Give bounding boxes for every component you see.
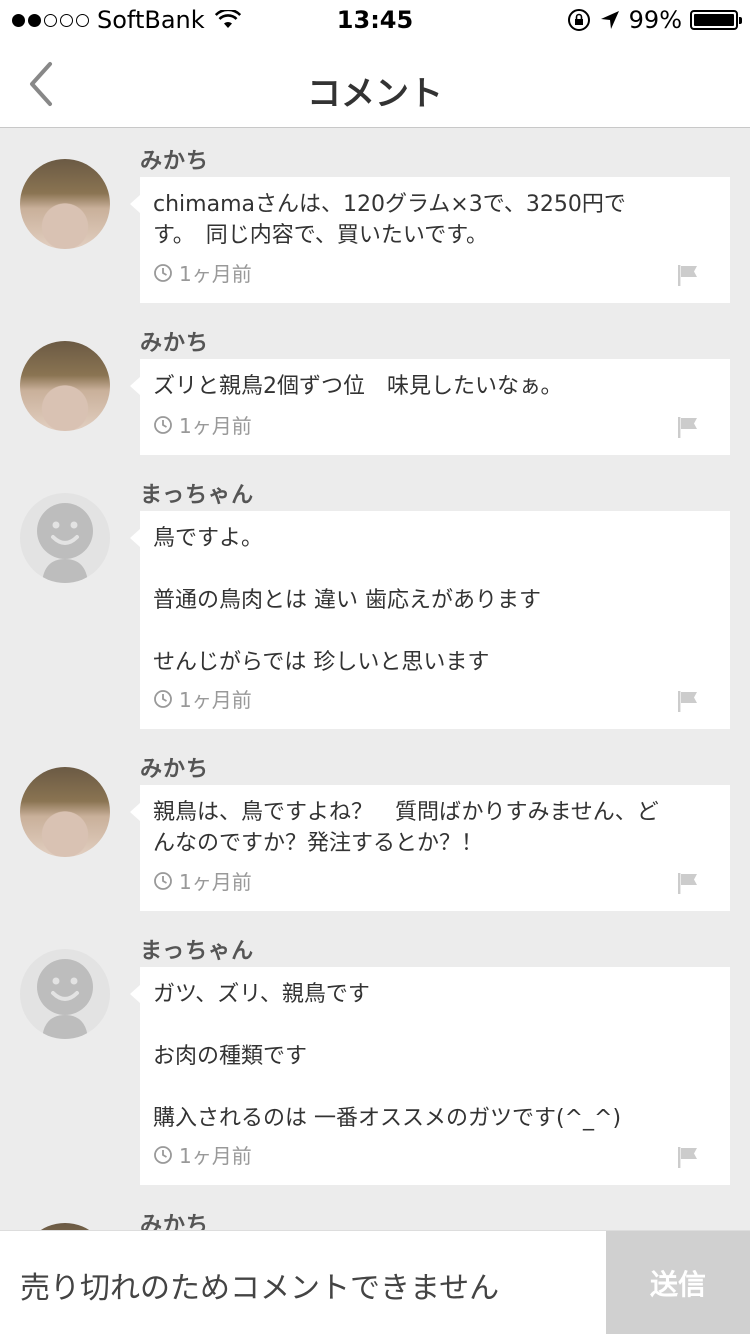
comment-bubble: 鳥ですよ。 普通の鳥肉とは 違い 歯応えがあります せんじがらでは 珍しいと思い… <box>130 511 730 729</box>
status-right: 99% <box>567 6 742 34</box>
comment-time: 1ヶ月前 <box>179 870 252 894</box>
user-avatar[interactable] <box>20 341 110 431</box>
comment-bubble: ガツ、ズリ、親鳥です お肉の種類です 購入されるのは 一番オススメのガツです(^… <box>130 967 730 1185</box>
comment-bubble: chimamaさんは、120グラム×3で、3250円で す。 同じ内容で、買いた… <box>130 177 730 303</box>
comment-author[interactable]: みかち <box>140 751 209 783</box>
report-flag-icon[interactable] <box>676 871 700 895</box>
page-title: コメント <box>307 74 443 114</box>
user-avatar[interactable] <box>20 767 110 857</box>
comment-meta: 1ヶ月前 <box>153 1140 252 1169</box>
report-flag-icon[interactable] <box>676 415 700 439</box>
comment-item: みかち 親鳥は、鳥ですよね？ 質問ばかりすみません、ど んなのですか？発注すると… <box>0 737 750 919</box>
clock-icon <box>154 263 172 282</box>
comment-item: みかち chimamaさんは、120グラム×3で、3250円で す。 同じ内容で… <box>0 129 750 311</box>
comment-meta: 1ヶ月前 <box>153 410 252 439</box>
comment-list[interactable]: みかち chimamaさんは、120グラム×3で、3250円で す。 同じ内容で… <box>0 129 750 1230</box>
comment-meta: 1ヶ月前 <box>153 684 252 713</box>
person-placeholder-icon <box>37 503 93 583</box>
comment-text: chimamaさんは、120グラム×3で、3250円で す。 同じ内容で、買いた… <box>153 192 626 248</box>
user-avatar[interactable] <box>20 1223 110 1230</box>
battery-icon <box>690 10 742 30</box>
comment-item: みかち <box>0 1193 750 1230</box>
default-avatar[interactable] <box>20 949 110 1039</box>
comment-text: 鳥ですよ。 普通の鳥肉とは 違い 歯応えがあります せんじがらでは 珍しいと思い… <box>153 526 541 675</box>
clock-icon <box>154 689 172 708</box>
battery-fill <box>694 14 734 26</box>
clock-icon <box>154 415 172 434</box>
comment-item: みかち ズリと親鳥2個ずつ位 味見したいなぁ。 1ヶ月前 <box>0 311 750 463</box>
report-flag-icon[interactable] <box>676 263 700 287</box>
comment-author[interactable]: みかち <box>140 325 209 357</box>
comment-meta: 1ヶ月前 <box>153 866 252 895</box>
comment-text: ズリと親鳥2個ずつ位 味見したいなぁ。 <box>153 374 563 399</box>
status-bar: SoftBank 13:45 99% <box>0 0 750 40</box>
person-placeholder-icon <box>37 959 93 1039</box>
location-arrow-icon <box>600 11 619 29</box>
comment-item: まっちゃん 鳥ですよ。 普通の鳥肉とは 違い 歯応えがあります せんじがらでは … <box>0 463 750 737</box>
comment-bubble: ズリと親鳥2個ずつ位 味見したいなぁ。 1ヶ月前 <box>130 359 730 455</box>
battery-percent: 99% <box>628 6 682 34</box>
comment-text: ガツ、ズリ、親鳥です お肉の種類です 購入されるのは 一番オススメのガツです(^… <box>153 982 622 1131</box>
comment-bubble: 親鳥は、鳥ですよね？ 質問ばかりすみません、ど んなのですか？発注するとか？！ … <box>130 785 730 911</box>
comment-time: 1ヶ月前 <box>179 688 252 712</box>
user-avatar[interactable] <box>20 159 110 249</box>
comment-text: 親鳥は、鳥ですよね？ 質問ばかりすみません、ど んなのですか？発注するとか？！ <box>153 800 659 856</box>
report-flag-icon[interactable] <box>676 1145 700 1169</box>
comment-author[interactable]: まっちゃん <box>140 477 254 509</box>
comment-author[interactable]: みかち <box>140 143 209 175</box>
comment-time: 1ヶ月前 <box>179 414 252 438</box>
comment-time: 1ヶ月前 <box>179 262 252 286</box>
report-flag-icon[interactable] <box>676 689 700 713</box>
rotation-lock-icon <box>567 9 590 31</box>
comment-item: まっちゃん ガツ、ズリ、親鳥です お肉の種類です 購入されるのは 一番オススメの… <box>0 919 750 1193</box>
send-button[interactable]: 送信 <box>606 1231 750 1334</box>
clock-icon <box>154 871 172 890</box>
comment-input-bar: 売り切れのためコメントできません 送信 <box>0 1230 750 1334</box>
comment-author[interactable]: まっちゃん <box>140 933 254 965</box>
navigation-bar: コメント <box>0 40 750 128</box>
comment-input[interactable]: 売り切れのためコメントできません <box>20 1263 600 1307</box>
comment-meta: 1ヶ月前 <box>153 258 252 287</box>
comment-author[interactable]: みかち <box>140 1207 209 1230</box>
clock-icon <box>154 1145 172 1164</box>
comment-time: 1ヶ月前 <box>179 1144 252 1168</box>
default-avatar[interactable] <box>20 493 110 583</box>
